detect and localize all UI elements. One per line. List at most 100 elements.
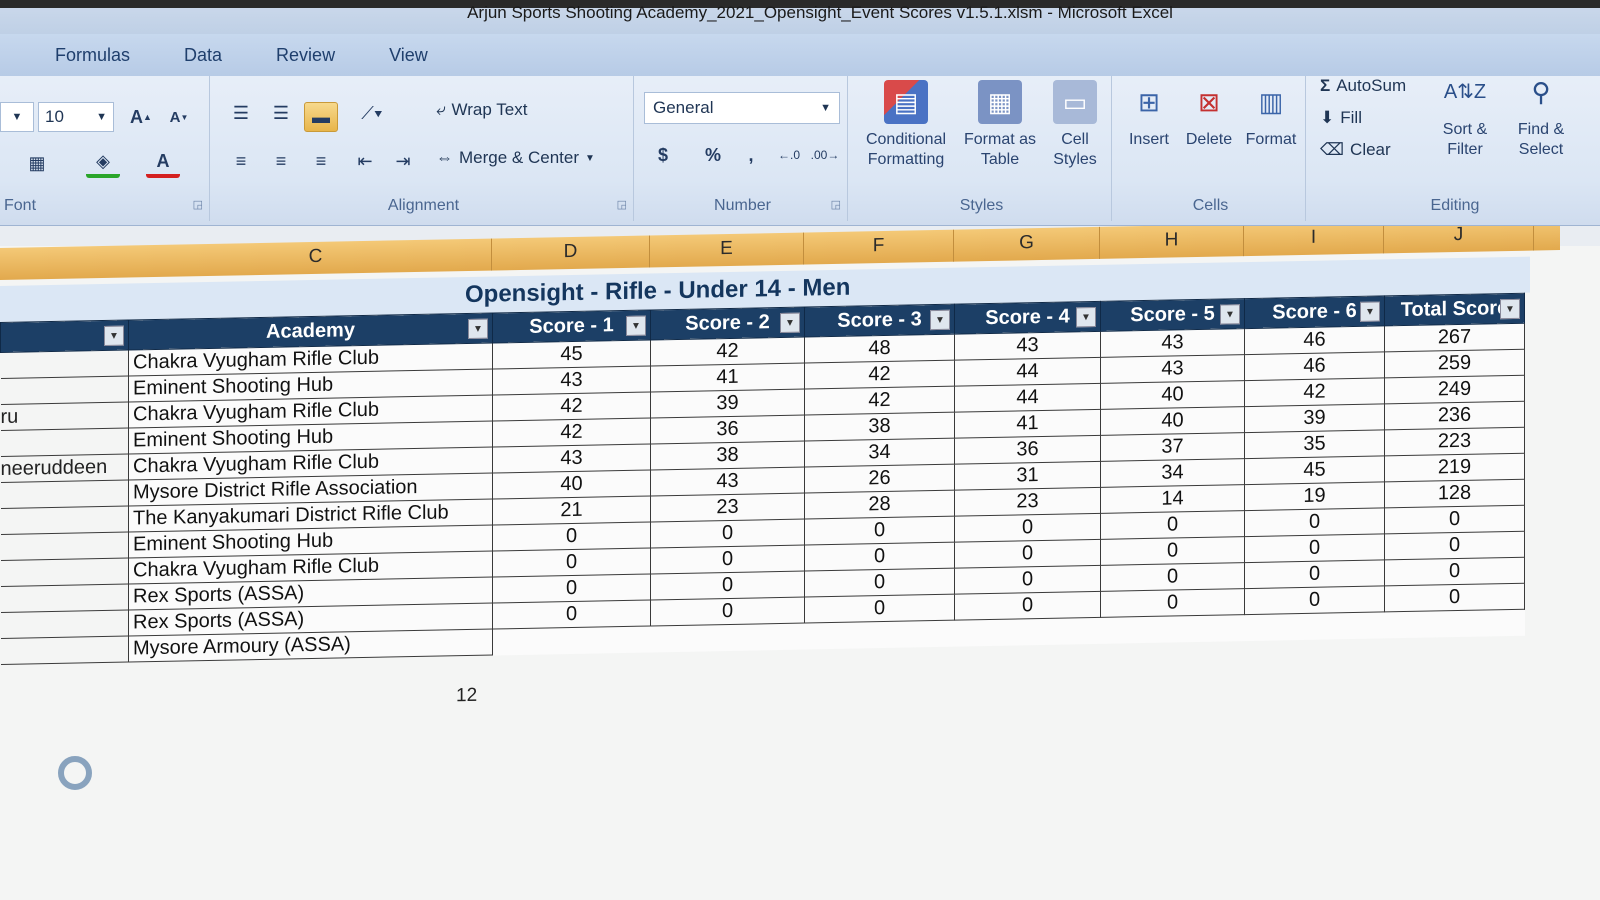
column-header-f[interactable]: F (804, 229, 954, 265)
score-cell[interactable]: 0 (1244, 585, 1385, 615)
score-cell[interactable]: 0 (804, 594, 955, 624)
score-cell[interactable]: 19 (1244, 481, 1385, 511)
font-name-dropdown[interactable]: ▼ (0, 102, 34, 132)
sort-filter-button[interactable]: A⇅Z Sort & Filter (1430, 70, 1500, 160)
fill-button[interactable]: ⬇ Fill (1320, 108, 1362, 128)
worksheet[interactable]: C D E F G H I J Opensight - Rifle - Unde… (0, 226, 1600, 900)
score-cell[interactable] (650, 623, 805, 653)
score-cell[interactable]: 43 (954, 331, 1101, 361)
name-cell[interactable] (0, 480, 129, 509)
score-cell[interactable]: 44 (954, 357, 1101, 387)
score-cell[interactable]: 31 (954, 461, 1101, 491)
find-select-button[interactable]: ⚲ Find & Select (1506, 70, 1576, 160)
font-size-dropdown[interactable]: 10 ▼ (38, 102, 114, 132)
score-cell[interactable]: 46 (1244, 325, 1385, 355)
column-header-d[interactable]: D (492, 235, 650, 271)
score-cell[interactable]: 0 (1244, 533, 1385, 563)
score-cell[interactable] (492, 626, 651, 656)
score-cell[interactable]: 43 (1100, 328, 1245, 358)
score-cell[interactable]: 0 (650, 545, 805, 575)
score-cell[interactable]: 26 (804, 464, 955, 494)
score-cell[interactable]: 0 (1244, 559, 1385, 589)
grow-font-icon[interactable]: A ▲ (124, 102, 158, 132)
total-score-cell[interactable]: 236 (1384, 401, 1525, 430)
score-cell[interactable]: 39 (650, 389, 805, 419)
total-score-cell[interactable]: 267 (1384, 323, 1525, 352)
score-cell[interactable]: 0 (492, 548, 651, 578)
score-cell[interactable]: 43 (1100, 354, 1245, 384)
tab-formulas[interactable]: Formulas (55, 45, 130, 66)
font-color-icon[interactable]: A (146, 148, 180, 178)
increase-decimal-icon[interactable]: ←.0 (772, 140, 806, 170)
filter-dropdown-icon[interactable]: ▼ (1360, 301, 1380, 322)
shrink-font-icon[interactable]: A ▼ (162, 102, 196, 132)
total-score-cell[interactable]: 249 (1384, 375, 1525, 404)
total-score-cell[interactable]: 0 (1384, 505, 1525, 534)
align-left-icon[interactable]: ≡ (224, 146, 258, 176)
score-cell[interactable]: 42 (492, 392, 651, 422)
score-cell[interactable]: 14 (1100, 484, 1245, 514)
academy-cell[interactable]: Mysore Armoury (ASSA) (128, 629, 493, 663)
score-cell[interactable] (804, 620, 955, 650)
score-cell[interactable]: 38 (650, 441, 805, 471)
currency-icon[interactable]: $ (646, 140, 680, 170)
score-cell[interactable]: 0 (1100, 510, 1245, 540)
cell-styles-button[interactable]: ▭ Cell Styles (1042, 80, 1108, 170)
percent-icon[interactable]: % (696, 140, 730, 170)
score-cell[interactable]: 43 (492, 366, 651, 396)
score-cell[interactable]: 40 (492, 470, 651, 500)
score-cell[interactable]: 46 (1244, 351, 1385, 381)
name-cell[interactable] (0, 584, 129, 613)
filter-dropdown-icon[interactable]: ▼ (780, 312, 800, 334)
score-cell[interactable]: 0 (1244, 507, 1385, 537)
filter-dropdown-icon[interactable]: ▼ (468, 318, 488, 340)
score-cell[interactable] (1244, 611, 1385, 641)
score-cell[interactable]: 41 (954, 409, 1101, 439)
name-cell[interactable] (0, 610, 129, 639)
decrease-decimal-icon[interactable]: .00→ (808, 140, 842, 170)
total-score-cell[interactable]: 0 (1384, 583, 1525, 612)
score-cell[interactable]: 0 (650, 571, 805, 601)
dialog-launcher-icon[interactable]: ◲ (193, 198, 203, 211)
column-header-j[interactable]: J (1384, 226, 1534, 254)
score-cell[interactable]: 34 (1100, 458, 1245, 488)
delete-button[interactable]: ⊠ Delete (1180, 80, 1238, 150)
score-cell[interactable]: 0 (804, 542, 955, 572)
score-cell[interactable]: 0 (1100, 588, 1245, 618)
name-cell[interactable] (0, 506, 129, 535)
score-cell[interactable]: 0 (650, 519, 805, 549)
insert-button[interactable]: ⊞ Insert (1120, 80, 1178, 150)
score-cell[interactable]: 0 (650, 597, 805, 627)
column-header-e[interactable]: E (650, 232, 804, 268)
score-cell[interactable]: 48 (804, 334, 955, 364)
format-as-table-button[interactable]: ▦ Format as Table (960, 80, 1040, 170)
filter-dropdown-icon[interactable]: ▼ (1220, 304, 1240, 325)
name-cell[interactable] (0, 532, 129, 561)
align-bottom-icon[interactable]: ▬ (304, 102, 338, 132)
score-cell[interactable]: 0 (954, 539, 1101, 569)
score-cell[interactable]: 0 (492, 600, 651, 630)
score-cell[interactable]: 36 (650, 415, 805, 445)
score-cell[interactable]: 0 (954, 591, 1101, 621)
increase-indent-icon[interactable]: ⇥ (386, 146, 420, 176)
total-score-cell[interactable]: 259 (1384, 349, 1525, 378)
score-cell[interactable]: 42 (804, 360, 955, 390)
filter-dropdown-icon[interactable]: ▼ (104, 325, 124, 347)
filter-dropdown-icon[interactable]: ▼ (1076, 306, 1096, 328)
score-cell[interactable]: 0 (492, 522, 651, 552)
score-cell[interactable]: 44 (954, 383, 1101, 413)
total-score-cell[interactable]: 128 (1384, 479, 1525, 508)
borders-icon[interactable]: ▦ (20, 148, 54, 178)
filter-dropdown-icon[interactable]: ▼ (1500, 298, 1520, 320)
score-cell[interactable]: 0 (1100, 562, 1245, 592)
score-cell[interactable]: 41 (650, 363, 805, 393)
conditional-formatting-button[interactable]: ▤ Conditional Formatting (856, 80, 956, 170)
score-cell[interactable]: 0 (492, 574, 651, 604)
score-cell[interactable]: 0 (804, 568, 955, 598)
filter-dropdown-icon[interactable]: ▼ (930, 309, 950, 331)
score-cell[interactable]: 23 (650, 493, 805, 523)
clear-button[interactable]: ⌫ Clear (1320, 140, 1391, 160)
align-middle-icon[interactable]: ☰ (264, 98, 298, 128)
tab-data[interactable]: Data (184, 45, 222, 66)
comma-style-icon[interactable]: , (734, 140, 768, 170)
